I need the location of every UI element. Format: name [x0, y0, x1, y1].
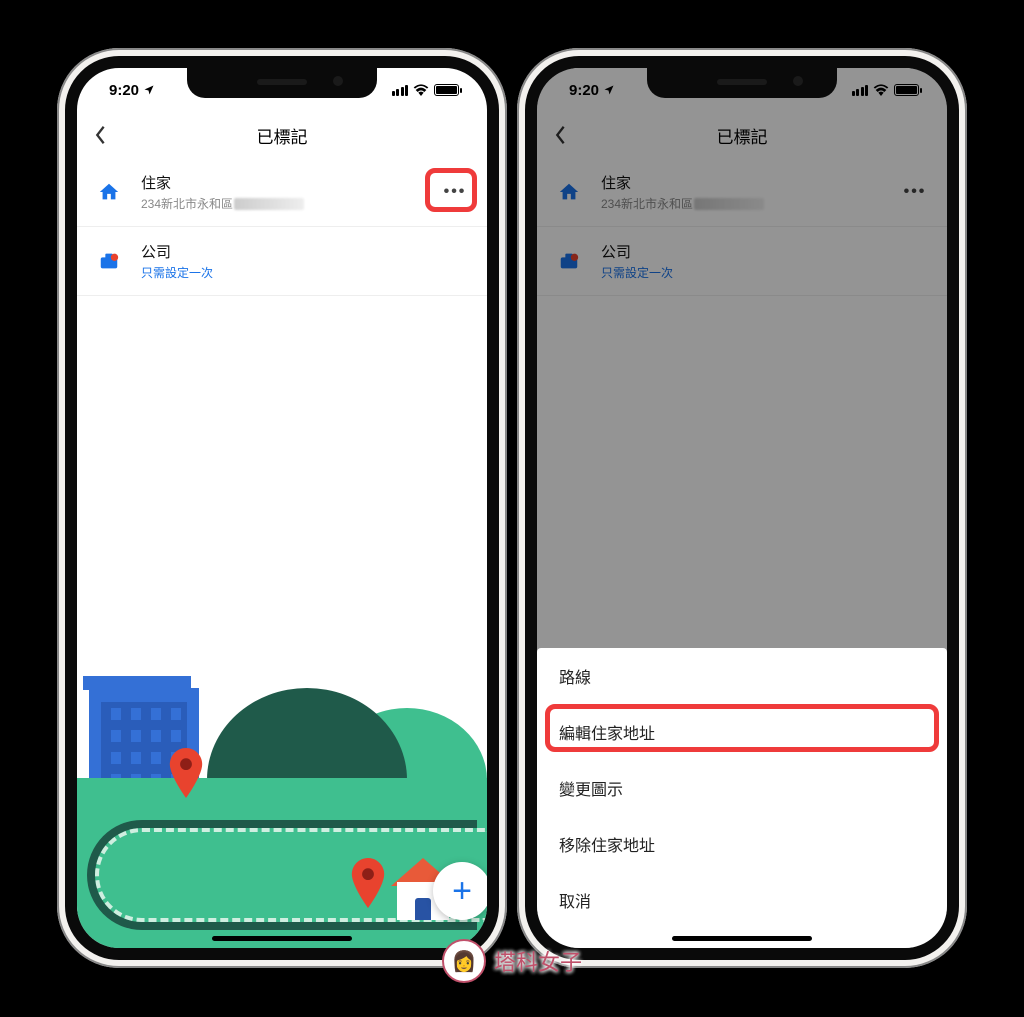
list-item-subtitle: 234新北市永和區	[141, 195, 423, 212]
add-fab-button[interactable]: +	[433, 862, 487, 920]
phone-right: 9:20 已標記	[517, 48, 967, 968]
signal-icon	[392, 85, 409, 96]
location-arrow-icon	[143, 84, 155, 96]
list-item-title: 公司	[141, 241, 469, 262]
list-item-home[interactable]: 住家 234新北市永和區 •••	[77, 158, 487, 227]
battery-icon	[434, 84, 459, 96]
nav-bar: 已標記	[77, 112, 487, 158]
labeled-places-list: 住家 234新北市永和區 •••	[77, 158, 487, 296]
sheet-item-cancel[interactable]: 取消	[537, 872, 947, 928]
home-indicator	[212, 936, 352, 941]
page-title: 已標記	[257, 123, 308, 148]
wifi-icon	[413, 84, 429, 96]
sheet-item-change-icon[interactable]: 變更圖示	[537, 760, 947, 816]
action-sheet: 路線 編輯住家地址 變更圖示 移除住家地址 取消	[537, 648, 947, 948]
redacted-text	[234, 198, 304, 210]
phone-screen: 9:20 已標記	[65, 56, 499, 960]
sheet-item-edit-home[interactable]: 編輯住家地址	[537, 704, 947, 760]
list-item-work[interactable]: 公司 只需設定一次	[77, 227, 487, 296]
home-icon	[95, 181, 123, 203]
phone-screen: 9:20 已標記	[525, 56, 959, 960]
more-options-button[interactable]: •••	[441, 182, 469, 202]
sheet-item-directions[interactable]: 路線	[537, 648, 947, 704]
map-pin-icon	[167, 748, 205, 798]
status-time: 9:20	[109, 82, 139, 99]
briefcase-icon	[95, 250, 123, 272]
phone-notch	[187, 68, 377, 98]
footer-illustration: +	[77, 668, 487, 948]
phone-left: 9:20 已標記	[57, 48, 507, 968]
list-item-title: 住家	[141, 172, 423, 193]
map-pin-icon	[349, 858, 387, 908]
home-indicator	[672, 936, 812, 941]
sheet-item-remove-home[interactable]: 移除住家地址	[537, 816, 947, 872]
phone-notch	[647, 68, 837, 98]
back-button[interactable]	[93, 124, 113, 144]
list-item-subtitle: 只需設定一次	[141, 264, 469, 281]
